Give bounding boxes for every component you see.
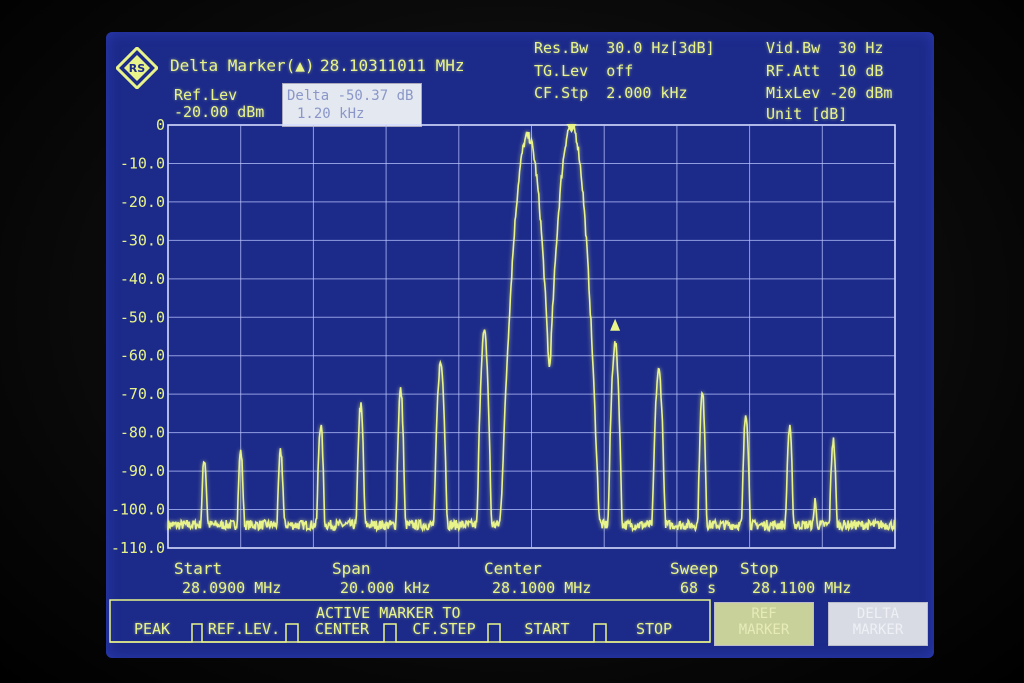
- sweep-label: Sweep: [670, 559, 719, 578]
- y-tick-label: -30.0: [120, 231, 165, 249]
- start-value: 28.0900 MHz: [182, 579, 282, 597]
- plot-grid: [167, 124, 896, 549]
- y-tick-label: -10.0: [120, 154, 165, 172]
- start-softkey[interactable]: START: [500, 600, 594, 640]
- y-tick-label: -110.0: [111, 539, 165, 557]
- stop-softkey[interactable]: STOP: [606, 600, 702, 640]
- y-tick-label: 0: [156, 116, 165, 134]
- y-tick-label: -40.0: [120, 270, 165, 288]
- start-label: Start: [174, 559, 223, 578]
- center-label: Center: [484, 559, 542, 578]
- y-tick-label: -20.0: [120, 193, 165, 211]
- y-tick-label: -60.0: [120, 347, 165, 365]
- y-tick-labels: 0 -10.0 -20.0 -30.0 -40.0 -50.0 -60.0 -70.0 -80.…: [111, 116, 165, 557]
- y-tick-label: -50.0: [120, 308, 165, 326]
- peak-softkey[interactable]: PEAK: [112, 600, 192, 640]
- center-softkey[interactable]: CENTER: [300, 600, 384, 640]
- span-label: Span: [332, 559, 371, 578]
- ref-marker-softkey[interactable]: REF MARKER: [714, 602, 814, 646]
- ref-lev-softkey[interactable]: REF.LEV.: [198, 600, 290, 640]
- delta-marker-softkey[interactable]: DELTA MARKER: [828, 602, 928, 646]
- y-tick-label: -80.0: [120, 424, 165, 442]
- y-tick-label: -100.0: [111, 501, 165, 519]
- y-tick-label: -70.0: [120, 385, 165, 403]
- center-value: 28.1000 MHz: [492, 579, 592, 597]
- delta-marker-icon: [610, 318, 621, 331]
- cf-step-softkey[interactable]: CF.STEP: [396, 600, 492, 640]
- stop-label: Stop: [740, 559, 779, 578]
- sweep-value: 68 s: [680, 579, 717, 597]
- stop-value: 28.1100 MHz: [752, 579, 852, 597]
- span-value: 20.000 kHz: [340, 579, 431, 597]
- y-tick-label: -90.0: [120, 462, 165, 480]
